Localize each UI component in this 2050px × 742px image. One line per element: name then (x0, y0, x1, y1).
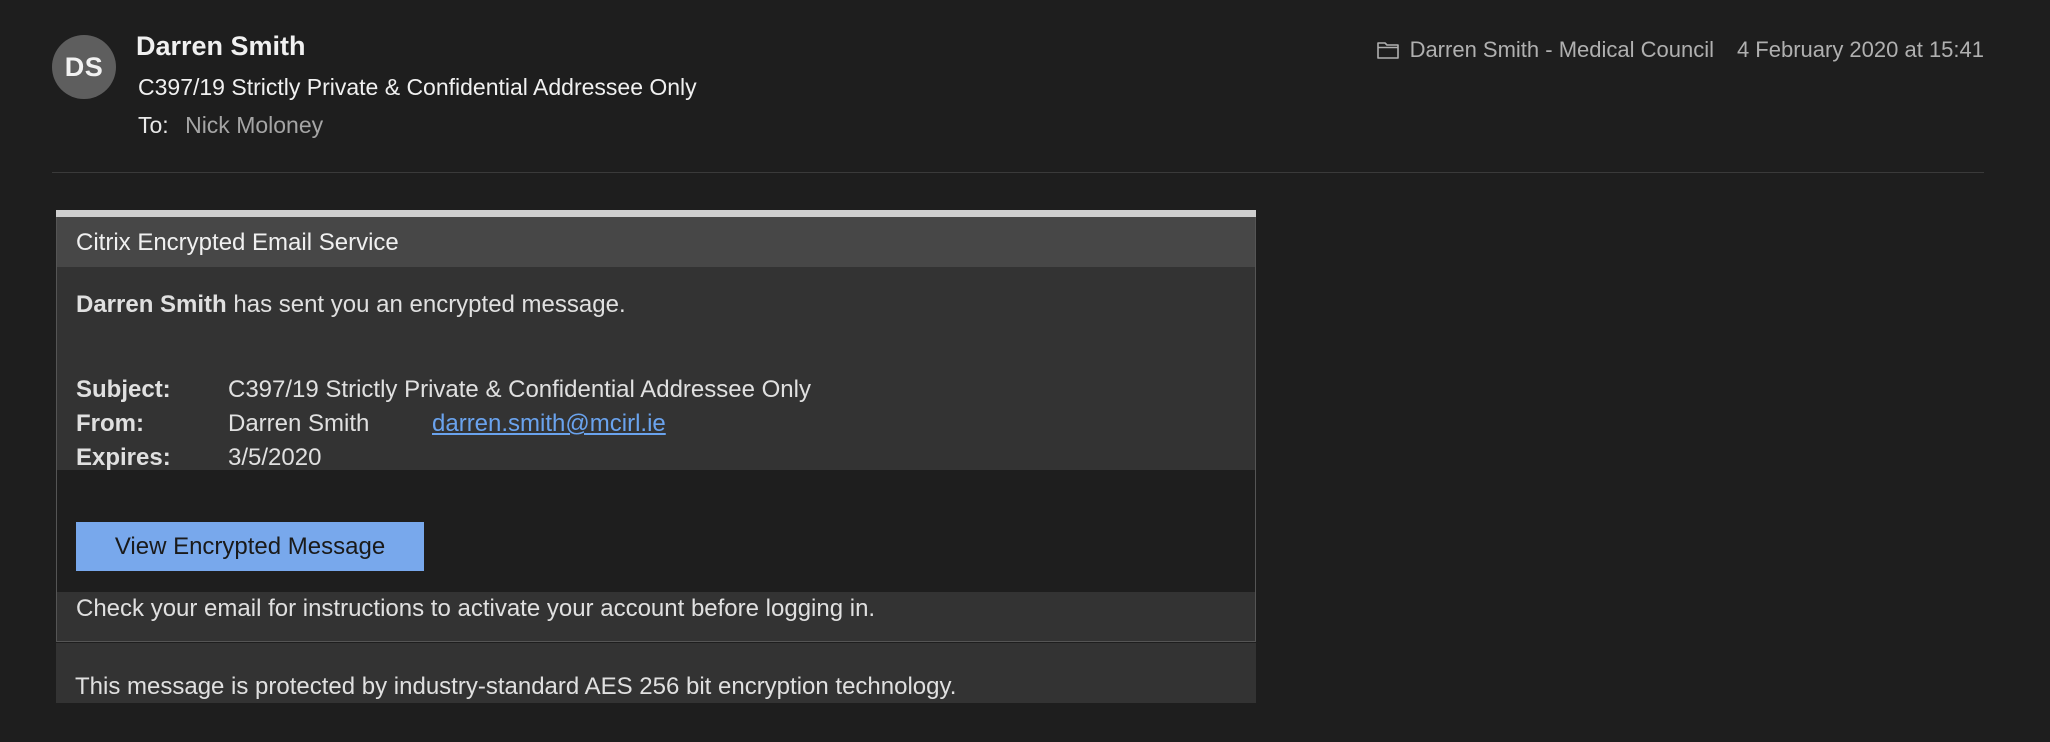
instructions-text: Check your email for instructions to act… (76, 595, 876, 622)
from-label: From: (76, 410, 144, 437)
from-email-link[interactable]: darren.smith@mcirl.ie (432, 407, 666, 441)
message-subject: C397/19 Strictly Private & Confidential … (138, 74, 697, 100)
from-row: From: Darren Smith darren.smith@mcirl.ie (76, 407, 811, 441)
message-header: DS Darren Smith C397/19 Strictly Private… (0, 0, 2050, 174)
avatar: DS (52, 35, 116, 99)
mailbox-label: Darren Smith - Medical Council (1409, 37, 1714, 62)
intro-message: has sent you an encrypted message. (226, 291, 626, 318)
message-details: Subject: C397/19 Strictly Private & Conf… (76, 373, 811, 475)
encrypted-email-card: Citrix Encrypted Email Service Darren Sm… (56, 217, 1256, 642)
intro-sender: Darren Smith (76, 291, 227, 318)
mailbox-location[interactable]: Darren Smith - Medical Council (1376, 37, 1714, 63)
folder-icon (1376, 40, 1400, 60)
card-title: Citrix Encrypted Email Service (76, 229, 399, 256)
footer-band: This message is protected by industry-st… (56, 643, 1256, 703)
encryption-notice: This message is protected by industry-st… (75, 673, 957, 700)
subject-value: C397/19 Strictly Private & Confidential … (228, 376, 811, 403)
recipient-row: To: Nick Moloney (138, 112, 323, 139)
intro-text: Darren Smith has sent you an encrypted m… (76, 291, 626, 319)
subject-row: Subject: C397/19 Strictly Private & Conf… (76, 373, 811, 407)
view-encrypted-message-button[interactable]: View Encrypted Message (76, 522, 424, 571)
card-title-bar: Citrix Encrypted Email Service (57, 217, 1255, 267)
message-date: 4 February 2020 at 15:41 (1736, 37, 1984, 62)
divider (52, 172, 1984, 173)
sender-name[interactable]: Darren Smith (136, 31, 306, 62)
from-name: Darren Smith (228, 410, 370, 437)
recipient-name[interactable]: Nick Moloney (185, 112, 323, 138)
card-top-border (56, 210, 1256, 217)
subject-label: Subject: (76, 376, 171, 403)
to-label: To: (138, 112, 169, 138)
